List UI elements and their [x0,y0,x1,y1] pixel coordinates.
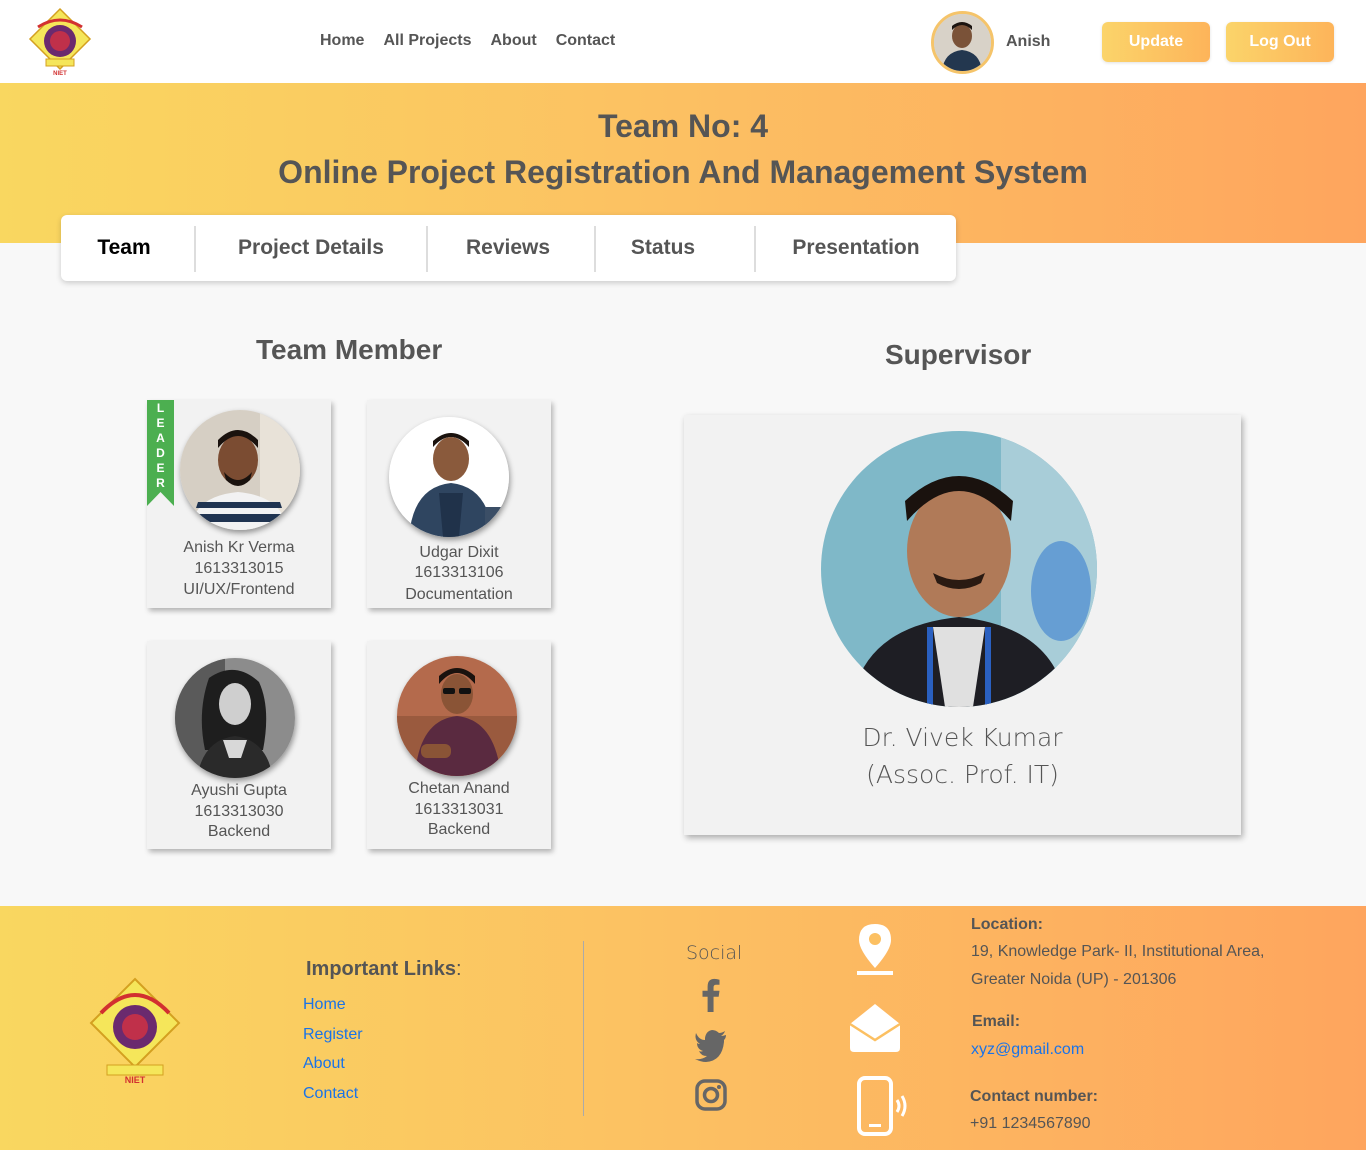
important-links-title: Important Links: [306,958,462,981]
update-button[interactable]: Update [1102,22,1210,62]
tab-project-details[interactable]: Project Details [196,215,426,281]
member-name: Ayushi Gupta [191,782,287,799]
envelope-open-icon [849,1004,901,1052]
email-label: Email: [972,1013,1021,1030]
phone-vibrate-icon [857,1076,907,1136]
location-label: Location: [971,916,1043,933]
navbar: NIET Home All Projects About Contact Ani… [0,0,1366,83]
leader-letter: E [156,461,165,475]
member-name: Udgar Dixit [419,544,499,561]
footer-link-register[interactable]: Register [303,1026,363,1044]
member-photo [180,410,300,530]
location-icon [857,924,893,975]
member-photo [397,656,517,776]
svg-text:NIET: NIET [125,1075,146,1085]
tab-presentation[interactable]: Presentation [756,215,956,281]
supervisor-name: Dr. Vivek Kumar [862,723,1063,752]
footer-link-contact[interactable]: Contact [303,1085,358,1103]
member-name: Anish Kr Verma [183,539,295,556]
location-line-1: 19, Knowledge Park- II, Institutional Ar… [971,943,1265,960]
user-avatar[interactable] [931,11,994,74]
twitter-icon[interactable] [694,1028,728,1062]
important-links-colon: : [456,958,462,980]
nav-all-projects[interactable]: All Projects [383,32,471,50]
main-nav: Home All Projects About Contact [320,32,615,50]
nav-about[interactable]: About [490,32,536,50]
leader-letter: A [156,431,165,445]
member-roll: 1613313030 [194,803,284,820]
member-role: Backend [207,823,271,840]
member-card[interactable]: Udgar Dixit 1613313106 Documentation [367,400,551,608]
member-roll: 1613313106 [414,564,504,581]
footer-link-home[interactable]: Home [303,996,346,1014]
footer-divider [583,941,584,1116]
member-roll: 1613313015 [194,560,284,577]
tab-team[interactable]: Team [61,215,187,281]
tab-reviews[interactable]: Reviews [428,215,588,281]
member-roll: 1613313031 [414,801,504,818]
member-role: UI/UX/Frontend [183,581,295,598]
svg-text:NIET: NIET [53,71,67,77]
member-card[interactable]: Anish Kr Verma 1613313015 UI/UX/Frontend [147,400,331,608]
tab-status[interactable]: Status [596,215,730,281]
tab-bar: Team Project Details Reviews Status Pres… [61,215,956,281]
nav-contact[interactable]: Contact [556,32,616,50]
niet-footer-logo[interactable]: NIET [87,973,183,1085]
member-card[interactable]: Ayushi Gupta 1613313030 Backend [147,641,331,849]
footer-link-about[interactable]: About [303,1055,345,1073]
member-card[interactable]: Chetan Anand 1613313031 Backend [367,641,551,849]
member-role: Documentation [405,586,513,603]
leader-letter: E [156,416,165,430]
niet-logo[interactable]: NIET [28,7,92,77]
facebook-icon[interactable] [694,978,728,1012]
contact-number-label: Contact number: [970,1088,1098,1105]
member-photo [389,417,509,537]
leader-badge-text: L E A D E R [147,401,174,491]
social-title: Social [686,942,743,964]
member-photo [175,658,295,778]
team-number: Team No: 4 [597,108,769,144]
contact-number: +91 1234567890 [970,1115,1091,1132]
member-name: Chetan Anand [408,780,510,797]
leader-letter: R [156,476,165,490]
email-link[interactable]: xyz@gmail.com [971,1041,1084,1059]
supervisor-designation: (Assoc. Prof. IT) [866,760,1059,789]
supervisor-photo [821,431,1097,707]
logout-button[interactable]: Log Out [1226,22,1334,62]
leader-letter: L [156,401,165,415]
leader-letter: D [156,446,165,460]
important-links-label: Important Links [306,958,457,980]
nav-home[interactable]: Home [320,32,364,50]
project-title: Online Project Registration And Manageme… [278,154,1088,190]
location-line-2: Greater Noida (UP) - 201306 [971,971,1177,988]
member-role: Backend [427,821,491,838]
team-member-heading: Team Member [256,334,443,365]
supervisor-heading: Supervisor [885,339,1032,370]
user-name: Anish [1006,33,1051,50]
instagram-icon[interactable] [694,1078,728,1112]
